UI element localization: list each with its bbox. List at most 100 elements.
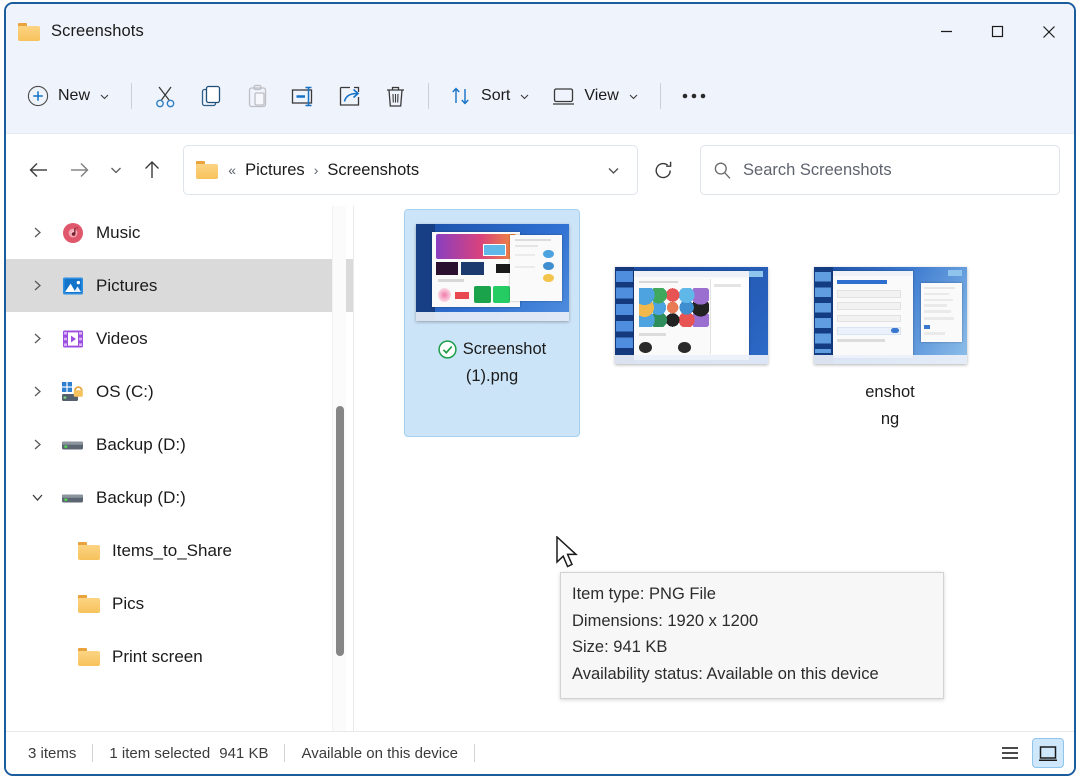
chevron-right-icon[interactable] xyxy=(24,438,50,451)
file-name-line2: ng xyxy=(880,409,900,428)
window-title: Screenshots xyxy=(51,22,144,40)
address-bar[interactable]: « Pictures › Screenshots xyxy=(183,145,639,195)
navigation-pane: Music Pictures Videos OS (C:) Backup (D:… xyxy=(6,206,354,731)
sidebar-item-pics[interactable]: Pics xyxy=(6,577,354,630)
up-arrow-icon[interactable] xyxy=(134,150,172,190)
more-options-icon[interactable] xyxy=(671,77,717,115)
status-divider-2 xyxy=(284,744,286,762)
list-view-icon[interactable] xyxy=(994,738,1026,768)
cut-icon[interactable] xyxy=(142,77,188,115)
file-name-line1: enshot xyxy=(865,383,915,401)
file-name-line2: (1).png xyxy=(465,366,519,385)
copy-icon[interactable] xyxy=(188,77,234,115)
minimize-button[interactable] xyxy=(921,4,972,59)
sidebar-item-label: Backup (D:) xyxy=(96,487,186,507)
back-arrow-icon[interactable] xyxy=(20,150,58,190)
status-divider-1 xyxy=(92,744,94,762)
maximize-button[interactable] xyxy=(972,4,1023,59)
file-item[interactable]: Screenshot (1).png xyxy=(404,209,580,437)
chevron-right-icon[interactable] xyxy=(24,226,50,239)
tooltip-availability: Availability status: Available on this d… xyxy=(572,665,879,684)
folder-icon xyxy=(78,594,100,613)
breadcrumb-item-pictures[interactable]: Pictures xyxy=(239,157,311,184)
file-tooltip: Item type: PNG File Dimensions: 1920 x 1… xyxy=(560,572,944,699)
tooltip-dimensions: Dimensions: 1920 x 1200 xyxy=(572,611,759,630)
search-input[interactable]: Search Screenshots xyxy=(700,145,1061,195)
sidebar-item-label: Music xyxy=(96,222,141,242)
toolbar-divider-1 xyxy=(131,83,133,109)
file-thumbnail xyxy=(415,224,569,321)
file-item[interactable]: enshot ng xyxy=(802,209,978,437)
share-icon[interactable] xyxy=(326,77,372,115)
sidebar-item-pictures[interactable]: Pictures xyxy=(6,259,354,312)
status-selection-size: 941 KB xyxy=(219,744,269,762)
sidebar-item-os-c[interactable]: OS (C:) xyxy=(6,365,354,418)
sidebar-item-videos[interactable]: Videos xyxy=(6,312,354,365)
search-placeholder: Search Screenshots xyxy=(743,160,892,179)
chevron-right-icon[interactable] xyxy=(24,385,50,398)
view-button[interactable]: View xyxy=(541,77,649,115)
folder-icon xyxy=(78,647,100,666)
status-divider-3 xyxy=(473,744,475,762)
sidebar-item-print-screen[interactable]: Print screen xyxy=(6,630,354,683)
chevron-right-icon[interactable] xyxy=(24,279,50,292)
sidebar-item-backup-d-2[interactable]: Backup (D:) xyxy=(6,471,354,524)
delete-icon[interactable] xyxy=(372,77,418,115)
toolbar-divider-3 xyxy=(659,83,661,109)
folder-icon xyxy=(196,161,219,179)
sidebar-scrollbar[interactable] xyxy=(332,206,346,731)
view-button-label: View xyxy=(584,87,619,104)
mouse-cursor xyxy=(556,536,578,568)
thumbnail-art xyxy=(415,224,569,321)
recent-locations-icon[interactable] xyxy=(99,150,131,190)
file-thumbnail xyxy=(813,267,967,364)
drive-icon xyxy=(60,433,86,457)
sidebar-scrollbar-thumb[interactable] xyxy=(336,406,344,656)
chevron-down-icon xyxy=(520,94,529,99)
sidebar-item-label: Print screen xyxy=(112,646,203,666)
command-toolbar: New Sort View xyxy=(6,59,1074,134)
music-icon xyxy=(60,221,86,245)
file-name-line1: Screenshot xyxy=(462,340,547,358)
sidebar-item-items-to-share[interactable]: Items_to_Share xyxy=(6,524,354,577)
file-name: Screenshot (1).png xyxy=(408,336,576,389)
sidebar-item-backup-d-1[interactable]: Backup (D:) xyxy=(6,418,354,471)
status-bar: 3 items 1 item selected 941 KB Available… xyxy=(6,731,1074,774)
close-button[interactable] xyxy=(1023,4,1074,59)
file-name: enshot ng xyxy=(806,379,974,432)
paste-icon xyxy=(234,77,280,115)
refresh-icon[interactable] xyxy=(644,149,682,191)
sidebar-item-music[interactable]: Music xyxy=(6,206,354,259)
chevron-down-icon[interactable] xyxy=(24,492,50,503)
file-item[interactable] xyxy=(603,209,779,437)
breadcrumb-overflow[interactable]: « xyxy=(227,162,237,178)
file-explorer-window: Screenshots New Sort View « Pictures › S… xyxy=(4,2,1076,776)
sidebar-item-label: Videos xyxy=(96,328,148,348)
window-controls xyxy=(921,4,1074,59)
thumbnail-art xyxy=(614,267,768,364)
address-dropdown-icon[interactable] xyxy=(593,149,633,191)
tooltip-item-type: Item type: PNG File xyxy=(572,585,716,603)
folder-icon xyxy=(78,541,100,560)
sidebar-item-label: Backup (D:) xyxy=(96,434,186,454)
tooltip-size: Size: 941 KB xyxy=(572,638,668,657)
new-button-label: New xyxy=(58,87,91,104)
sidebar-item-label: OS (C:) xyxy=(96,381,154,401)
chevron-down-icon xyxy=(629,94,638,99)
forward-arrow-icon[interactable] xyxy=(60,150,98,190)
status-item-count: 3 items xyxy=(28,744,77,762)
chevron-right-icon[interactable] xyxy=(24,332,50,345)
title-bar: Screenshots xyxy=(6,4,1074,59)
thumbnail-art xyxy=(813,267,967,364)
os-drive-icon xyxy=(60,380,86,404)
availability-check-icon xyxy=(438,340,457,359)
title-bar-left: Screenshots xyxy=(6,22,144,41)
breadcrumb-item-screenshots[interactable]: Screenshots xyxy=(321,157,425,184)
sidebar-item-label: Pics xyxy=(112,593,145,613)
sort-button[interactable]: Sort xyxy=(439,77,541,115)
rename-icon[interactable] xyxy=(280,77,326,115)
navigation-bar: « Pictures › Screenshots Search Screensh… xyxy=(6,134,1074,206)
new-button[interactable]: New xyxy=(16,77,121,115)
large-icons-view-icon[interactable] xyxy=(1032,738,1064,768)
sort-button-label: Sort xyxy=(481,87,511,104)
